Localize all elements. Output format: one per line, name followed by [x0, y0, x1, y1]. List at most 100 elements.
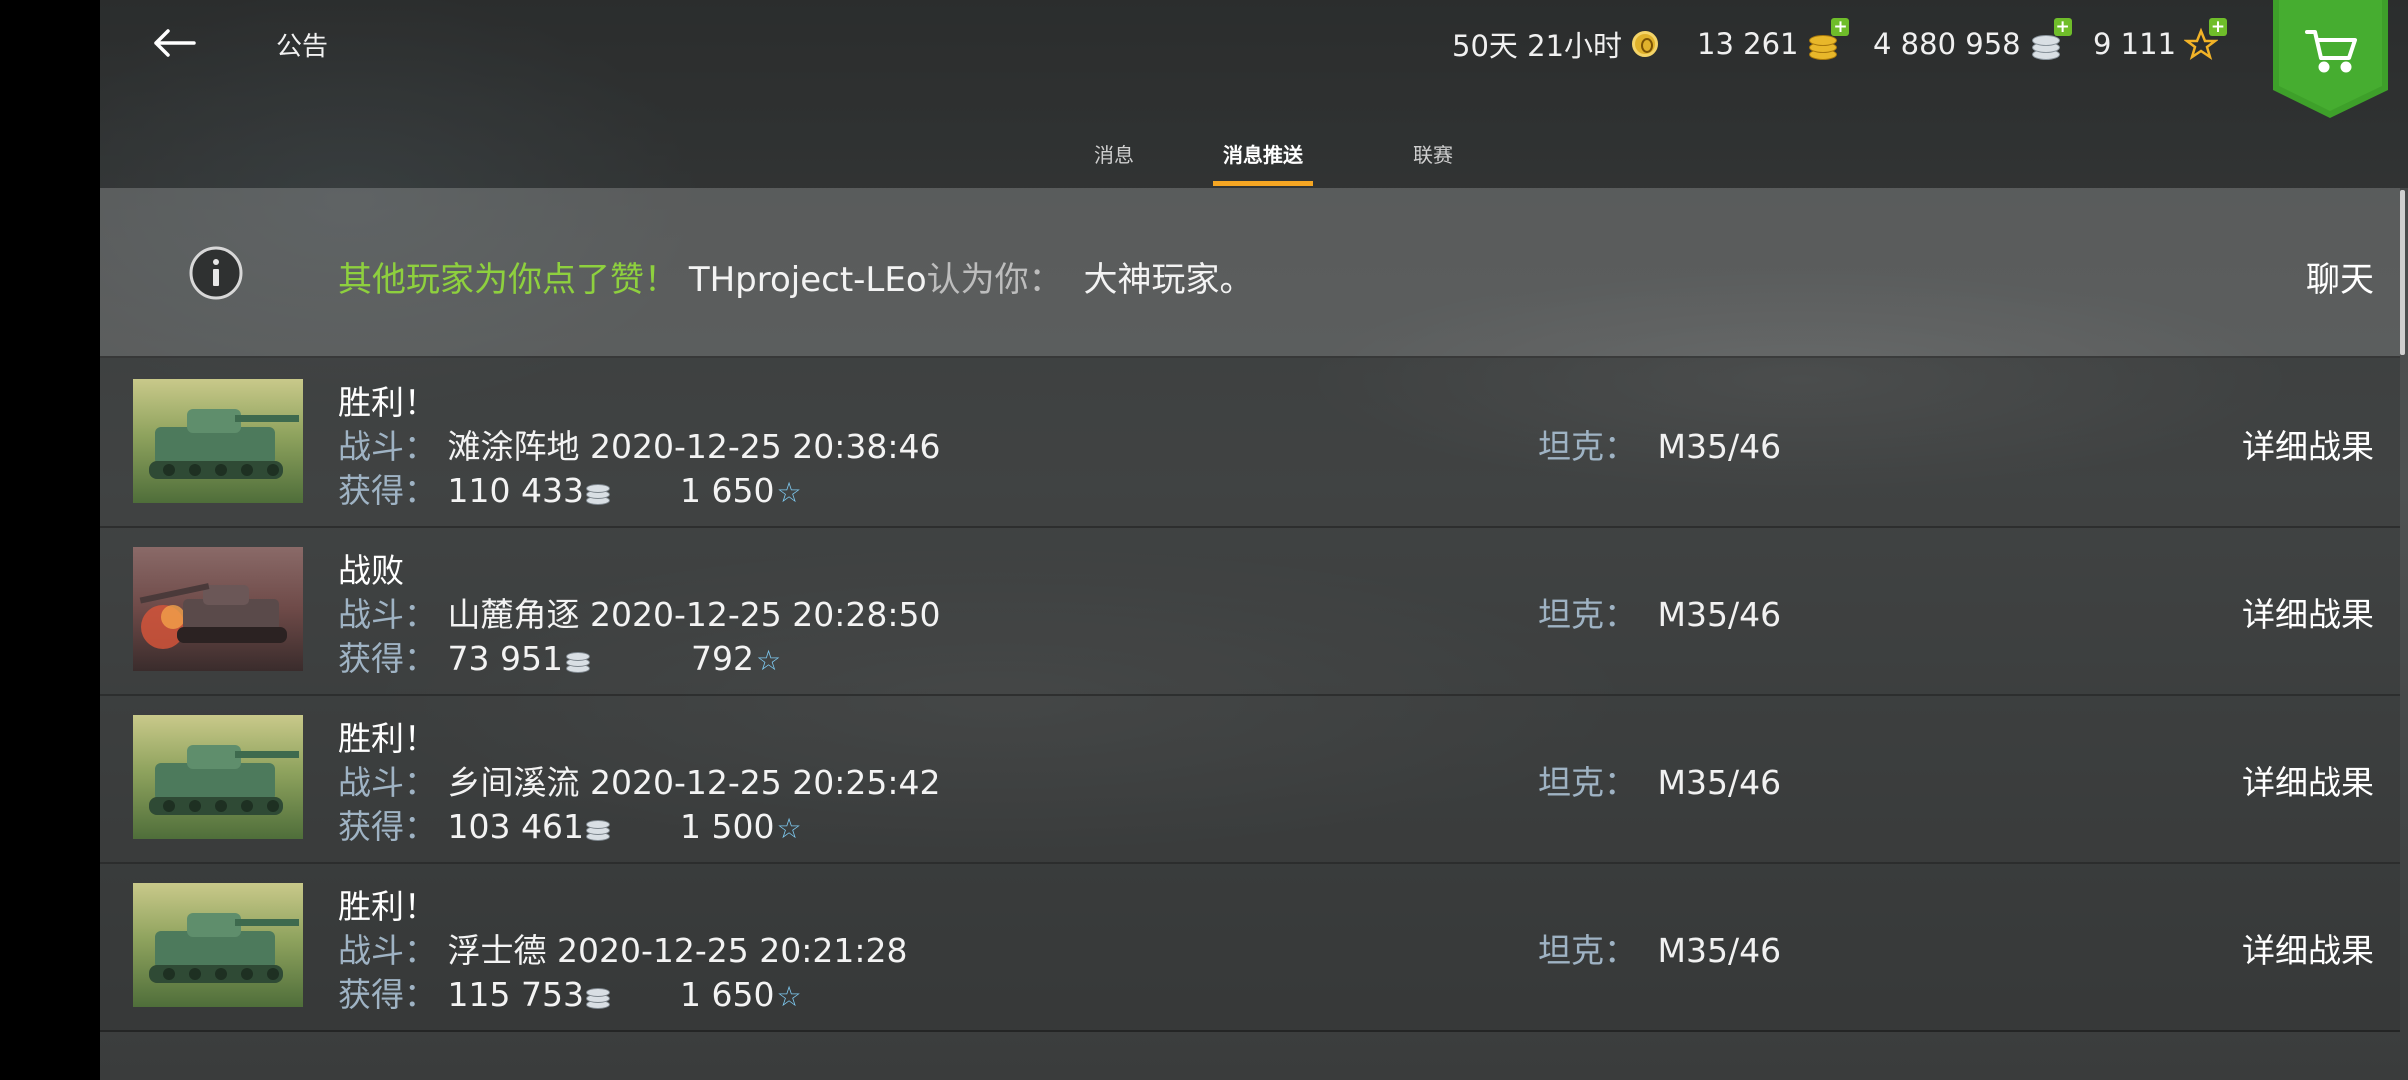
tab-bar: 消息 消息推送 联赛 — [100, 130, 2408, 186]
silver-coin-icon — [585, 818, 610, 841]
tank-label: 坦克： — [1538, 427, 1637, 466]
battle-label: 战斗： — [338, 931, 437, 970]
battle-result-row[interactable]: 战败 战斗： 山麓角逐 2020-12-25 20:28:50 获得： 73 9… — [100, 526, 2400, 696]
battle-map: 山麓角逐 — [447, 595, 580, 634]
detailed-results-button[interactable]: 详细战果 — [2242, 756, 2374, 804]
notification-text: 其他玩家为你点了赞！ THproject-LEo认为你： 大神玩家。 — [338, 252, 1253, 301]
like-notification: 其他玩家为你点了赞！ THproject-LEo认为你： 大神玩家。 聊天 — [100, 188, 2400, 358]
add-gold-icon[interactable]: + — [1831, 18, 1850, 36]
detailed-results-button[interactable]: 详细战果 — [2242, 924, 2374, 972]
silver-coin-icon — [565, 650, 590, 673]
silver-earned: 73 951 — [447, 639, 563, 678]
battle-earnings: 获得： 110 433 1 650☆ — [338, 464, 802, 512]
battle-datetime: 2020-12-25 20:38:46 — [590, 427, 941, 466]
back-button[interactable] — [152, 18, 222, 68]
battle-label: 战斗： — [338, 763, 437, 802]
silver-balance[interactable]: 4 880 958 + — [1873, 18, 2072, 66]
tab-message-push[interactable]: 消息推送 — [1213, 138, 1313, 186]
star-icon: ☆ — [776, 812, 802, 845]
premium-timer[interactable]: 50天 21小时 — [1452, 22, 1659, 66]
premium-time-text: 50天 21小时 — [1452, 29, 1623, 63]
earned-label: 获得： — [338, 471, 437, 510]
silver-coin-icon — [585, 986, 610, 1009]
tank-label: 坦克： — [1538, 763, 1637, 802]
tank-label: 坦克： — [1538, 931, 1637, 970]
compliment-text: 大神玩家。 — [1083, 260, 1254, 300]
premium-badge-icon — [1632, 31, 1659, 57]
battle-label: 战斗： — [338, 427, 437, 466]
detailed-results-button[interactable]: 详细战果 — [2242, 420, 2374, 468]
battle-earnings: 获得： 115 753 1 650☆ — [338, 968, 802, 1016]
battle-info: 战斗： 滩涂阵地 2020-12-25 20:38:46 — [338, 420, 940, 468]
battle-result-row[interactable]: 胜利！ 战斗： 乡间溪流 2020-12-25 20:25:42 获得： 103… — [100, 694, 2400, 864]
detailed-results-button[interactable]: 详细战果 — [2242, 588, 2374, 636]
tank-name: M35/46 — [1657, 427, 1782, 466]
free-xp-balance[interactable]: 9 111 + — [2093, 18, 2228, 66]
xp-earned: 1 650 — [679, 975, 775, 1014]
earned-label: 获得： — [338, 807, 437, 846]
battle-result-row[interactable]: 胜利！ 战斗： 滩涂阵地 2020-12-25 20:38:46 获得： 110… — [100, 358, 2400, 528]
tank-thumbnail — [133, 883, 303, 1007]
tank-name: M35/46 — [1657, 595, 1782, 634]
gold-balance[interactable]: 13 261 + — [1697, 18, 1850, 66]
add-silver-icon[interactable]: + — [2053, 18, 2072, 36]
battle-earnings: 获得： 73 951 792☆ — [338, 632, 781, 680]
star-icon: ☆ — [776, 476, 802, 509]
battle-datetime: 2020-12-25 20:21:28 — [557, 931, 908, 970]
battle-datetime: 2020-12-25 20:28:50 — [590, 595, 941, 634]
xp-earned: 1 650 — [679, 471, 775, 510]
battle-result: 胜利！ — [338, 887, 437, 926]
star-icon: + — [2183, 18, 2228, 61]
xp-earned: 1 500 — [679, 807, 775, 846]
battle-info: 战斗： 乡间溪流 2020-12-25 20:25:42 — [338, 756, 940, 804]
battle-result: 战败 — [338, 551, 404, 590]
tab-label: 联赛 — [1413, 143, 1453, 167]
app-screen: 公告 50天 21小时 13 261 + 4 880 958 + 9 111 + — [100, 0, 2408, 1080]
gold-amount: 13 261 — [1697, 27, 1799, 61]
silver-earned: 110 433 — [447, 471, 584, 510]
notification-highlight: 其他玩家为你点了赞！ — [338, 260, 678, 300]
info-icon — [189, 246, 243, 300]
notification-says: 认为你： — [926, 260, 1063, 300]
battle-tank: 坦克： M35/46 — [1538, 588, 1781, 636]
tab-label: 消息推送 — [1223, 143, 1303, 167]
battle-map: 浮士德 — [447, 931, 547, 970]
battle-result-row[interactable]: 胜利！ 战斗： 浮士德 2020-12-25 20:21:28 获得： 115 … — [100, 862, 2400, 1032]
message-list[interactable]: 其他玩家为你点了赞！ THproject-LEo认为你： 大神玩家。 聊天 胜利… — [100, 188, 2400, 1080]
top-bar: 公告 50天 21小时 13 261 + 4 880 958 + 9 111 + — [100, 0, 2408, 188]
silver-earned: 115 753 — [447, 975, 584, 1014]
tank-name: M35/46 — [1657, 931, 1782, 970]
player-name: THproject-LEo — [688, 260, 927, 300]
tank-thumbnail — [133, 379, 303, 503]
battle-info: 战斗： 浮士德 2020-12-25 20:21:28 — [338, 924, 907, 972]
star-icon: ☆ — [756, 644, 782, 677]
xp-earned: 792 — [691, 639, 754, 678]
battle-result: 胜利！ — [338, 719, 437, 758]
silver-amount: 4 880 958 — [1873, 27, 2021, 61]
battle-result: 胜利！ — [338, 383, 437, 422]
back-arrow-icon — [154, 29, 196, 57]
battle-tank: 坦克： M35/46 — [1538, 756, 1781, 804]
page-title: 公告 — [276, 32, 329, 62]
tab-messages[interactable]: 消息 — [1084, 138, 1144, 186]
battle-info: 战斗： 山麓角逐 2020-12-25 20:28:50 — [338, 588, 940, 636]
add-free-xp-icon[interactable]: + — [2209, 18, 2228, 36]
battle-label: 战斗： — [338, 595, 437, 634]
battle-tank: 坦克： M35/46 — [1538, 420, 1781, 468]
battle-tank: 坦克： M35/46 — [1538, 924, 1781, 972]
battle-map: 滩涂阵地 — [447, 427, 580, 466]
earned-label: 获得： — [338, 975, 437, 1014]
tank-name: M35/46 — [1657, 763, 1782, 802]
silver-coin-icon: + — [2029, 18, 2072, 61]
gold-coin-icon: + — [1806, 18, 1850, 61]
scrollbar[interactable] — [2400, 190, 2405, 355]
battle-map: 乡间溪流 — [447, 763, 580, 802]
free-xp-amount: 9 111 — [2093, 27, 2177, 61]
tab-league[interactable]: 联赛 — [1403, 138, 1463, 186]
tank-thumbnail — [133, 547, 303, 671]
tab-label: 消息 — [1094, 143, 1134, 167]
tank-thumbnail — [133, 715, 303, 839]
chat-button[interactable]: 聊天 — [2306, 252, 2374, 301]
shop-button[interactable] — [2273, 0, 2388, 118]
active-tab-indicator — [1213, 181, 1313, 186]
